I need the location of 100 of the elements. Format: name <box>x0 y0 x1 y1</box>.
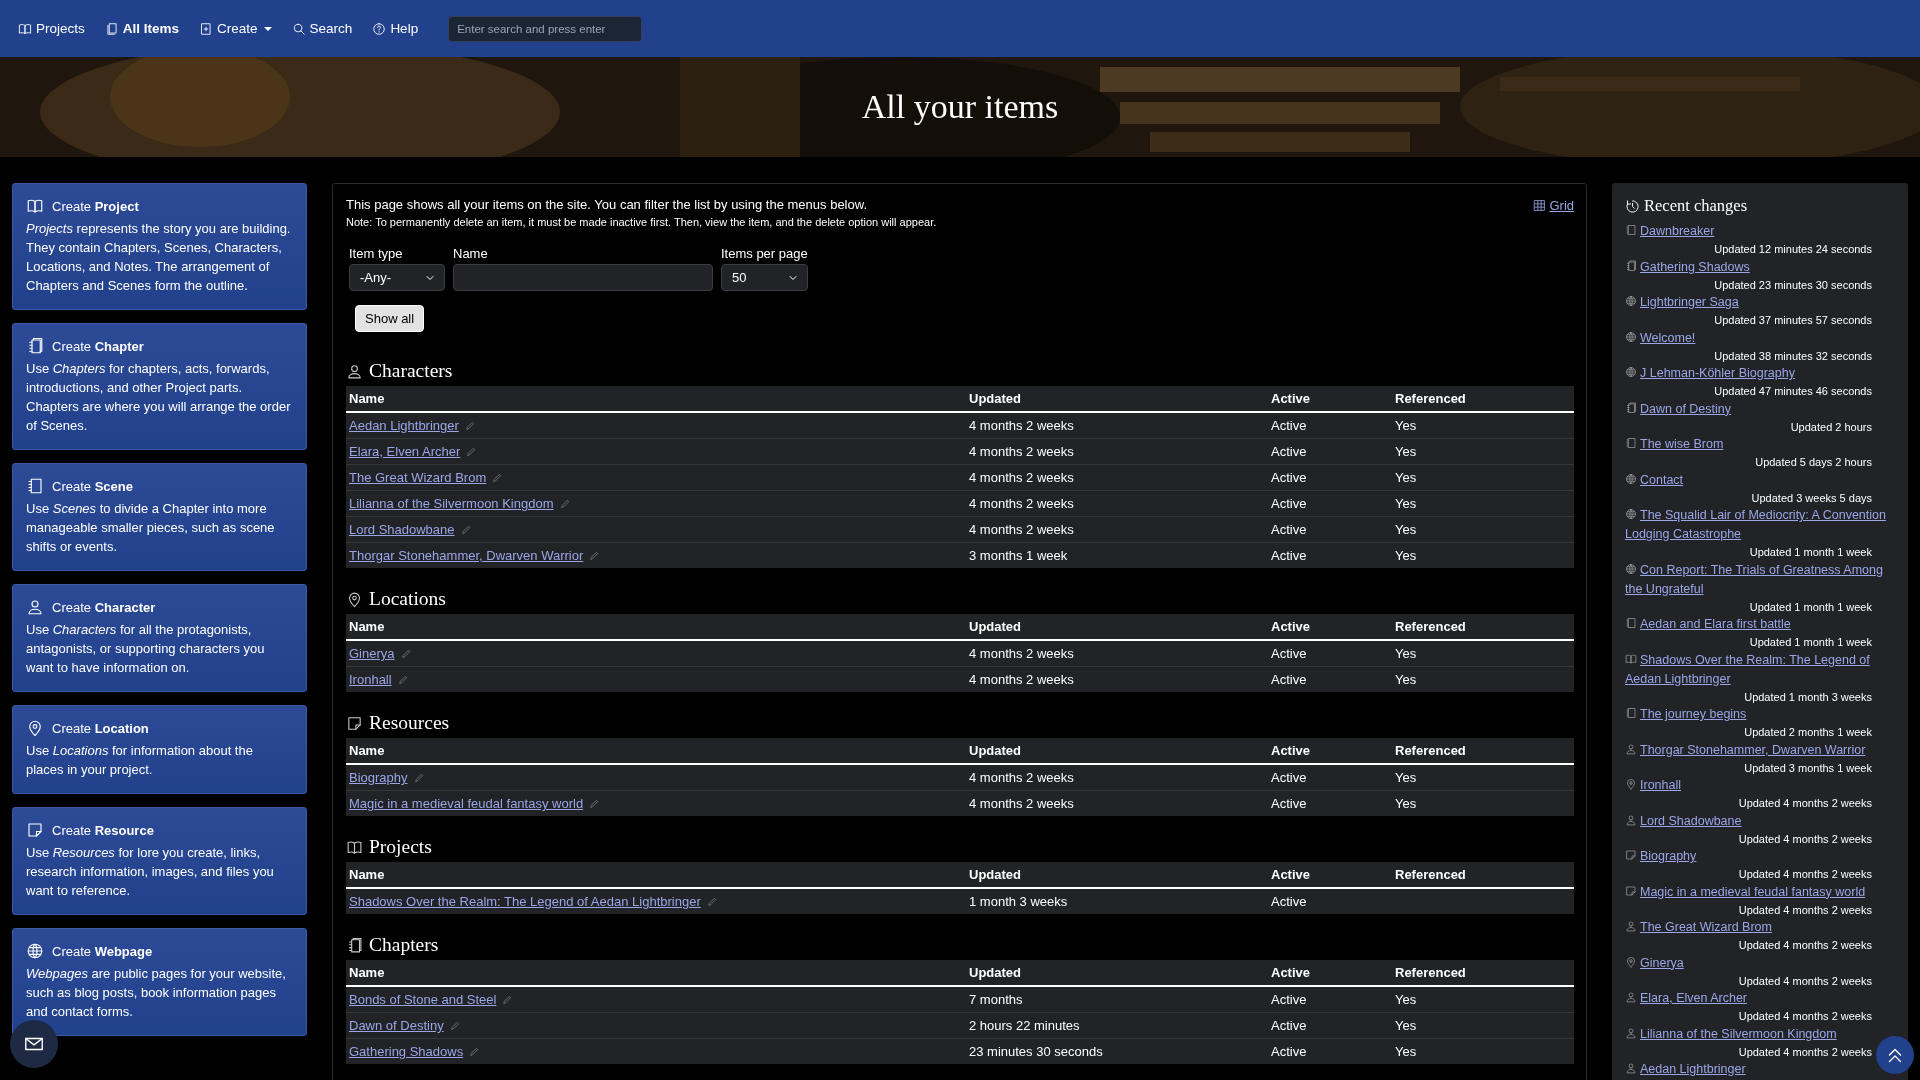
item-link[interactable]: Shadows Over the Realm: The Legend of Aedan Lightbringer <box>349 894 701 909</box>
column-header: Referenced <box>1392 960 1574 986</box>
search-field[interactable]: Enter search and press enter <box>448 15 643 42</box>
name-field[interactable] <box>453 264 713 291</box>
nav-link[interactable]: Help <box>372 21 419 36</box>
item-link[interactable]: Biography <box>1625 847 1697 866</box>
item-link[interactable]: Gathering Shadows <box>349 1044 464 1059</box>
mail-button[interactable] <box>10 1020 58 1068</box>
field-label: Item type <box>349 246 404 261</box>
table-cell: 3 months 1 week <box>966 542 1268 568</box>
items-per-page-select[interactable]: 50 <box>721 264 808 291</box>
item-link[interactable]: Ironhall <box>349 672 392 687</box>
item-link[interactable]: Shadows Over the Realm: The Legend of Aedan Lightbringer <box>1625 650 1896 689</box>
create-card[interactable]: Create Chapter Use Chapters for chapters, acts, forwards, introductions, and other Project parts. Chapters are where you will arrange the order of Scenes. <box>12 323 307 450</box>
edit-icon[interactable] <box>469 1046 481 1057</box>
item-link[interactable]: Elara, Elven Archer <box>349 444 461 459</box>
item-link[interactable]: Aedan and Elara first battle <box>1625 615 1791 634</box>
create-card[interactable]: Create Scene Use Scenes to divide a Chapter into more manageable smaller pieces, such as scene shifts or events. <box>12 463 307 571</box>
item-link[interactable]: Magic in a medieval feudal fantasy world <box>1625 882 1866 902</box>
create-card[interactable]: Create Resource Use Resources for lore you create, links, research information, images, and files you want to reference. <box>12 807 307 915</box>
table-cell: 4 months 2 weeks <box>966 438 1268 465</box>
book-icon <box>26 197 44 215</box>
item-link[interactable]: Lilianna of the Silvermoon Kingdom <box>1625 1024 1837 1044</box>
edit-icon[interactable] <box>400 648 412 659</box>
card-description: Webpages are public pages for your website, such as blog posts, book information pages and contact forms. <box>26 965 287 1021</box>
panel-title: Recent changes <box>1644 196 1748 216</box>
item-link[interactable]: Bonds of Stone and Steel <box>349 992 497 1007</box>
column-header: Referenced <box>1392 614 1574 640</box>
column-header: Updated <box>966 862 1268 888</box>
item-link[interactable]: Ginerya <box>349 646 395 661</box>
item-link[interactable]: Lilianna of the Silvermoon Kingdom <box>349 496 554 511</box>
item-link[interactable]: Welcome! <box>1625 328 1696 348</box>
item-link[interactable]: Biography <box>349 770 408 785</box>
item-link[interactable]: The journey begins <box>1625 705 1747 724</box>
edit-icon[interactable] <box>502 994 514 1005</box>
edit-icon[interactable] <box>397 674 409 685</box>
item-link[interactable]: Dawn of Destiny <box>349 1018 444 1033</box>
table-cell: Yes <box>1395 1018 1417 1033</box>
edit-icon[interactable] <box>449 1020 461 1031</box>
item-link[interactable]: The wise Brom <box>1625 435 1724 454</box>
edit-icon[interactable] <box>559 498 571 509</box>
edit-icon[interactable] <box>466 446 478 457</box>
caret-icon <box>263 26 272 31</box>
item-link[interactable]: Lightbringer Saga <box>1625 293 1739 312</box>
item-type-select[interactable]: -Any- <box>349 264 445 291</box>
table-cell: 4 months 2 weeks <box>966 412 1268 439</box>
item-link[interactable]: Magic in a medieval feudal fantasy world <box>349 796 584 811</box>
updated-time: Updated 4 months 2 weeks <box>1738 797 1872 809</box>
edit-icon[interactable] <box>589 550 601 561</box>
column-header: Updated <box>966 960 1268 986</box>
item-link[interactable]: Thorgar Stonehammer, Dwarven Warrior <box>1625 740 1866 760</box>
item-link[interactable]: Thorgar Stonehammer, Dwarven Warrior <box>349 548 584 563</box>
table-cell: Active <box>1268 464 1392 491</box>
item-link[interactable]: Ironhall <box>1625 776 1681 795</box>
column-header: Updated <box>966 614 1268 640</box>
nav-link[interactable]: Create <box>199 21 272 36</box>
table-cell: Yes <box>1395 522 1417 537</box>
create-card[interactable]: Create Character Use Characters for all the protagonists, antagonists, or supporting characters you want to have information on. <box>12 584 307 692</box>
edit-icon[interactable] <box>413 772 425 783</box>
table-cell: 4 months 2 weeks <box>966 764 1268 791</box>
item-link[interactable]: The Great Wizard Brom <box>349 470 487 485</box>
edit-icon[interactable] <box>492 472 504 483</box>
create-card[interactable]: Create Location Use Locations for information about the places in your project. <box>12 705 307 794</box>
book-icon <box>18 21 32 36</box>
pin-icon <box>346 590 363 608</box>
edit-icon[interactable] <box>464 420 476 431</box>
item-link[interactable]: Dawn of Destiny <box>1625 399 1731 419</box>
item-link[interactable]: Gathering Shadows <box>1625 257 1750 277</box>
item-link[interactable]: Aedan Lightbringer <box>1625 1060 1746 1079</box>
item-link[interactable]: Lord Shadowbane <box>349 522 455 537</box>
note-icon <box>26 821 44 839</box>
edit-icon[interactable] <box>706 896 718 907</box>
updated-time: Updated 4 months 2 weeks <box>1738 832 1872 845</box>
item-link[interactable]: The Squalid Lair of Mediocrity: A Convention Lodging Catastrophe <box>1625 506 1896 544</box>
item-link[interactable]: Lord Shadowbane <box>1625 811 1742 831</box>
updated-time: Updated 37 minutes 57 seconds <box>1714 314 1872 326</box>
card-title: Create Webpage <box>52 943 153 959</box>
column-header: Name <box>346 386 966 412</box>
updated-time: Updated 1 month 1 week <box>1749 636 1872 648</box>
create-card[interactable]: Create Project Projects represents the story you are building. They contain Chapters, Scenes, Characters, Locations, and Notes. The arrangement of Chapters and Scenes form the outline. <box>12 183 307 310</box>
item-link[interactable]: Ginerya <box>1625 953 1684 973</box>
item-link[interactable]: Dawnbreaker <box>1625 222 1715 241</box>
table-cell: Yes <box>1395 470 1417 485</box>
nav-link[interactable]: All Items <box>104 21 180 36</box>
table-cell: 2 hours 22 minutes <box>966 1012 1268 1039</box>
edit-icon[interactable] <box>589 798 601 809</box>
grid-view-link[interactable]: Grid <box>1533 197 1574 213</box>
edit-icon[interactable] <box>460 524 472 535</box>
nav-link[interactable]: Search <box>291 21 353 36</box>
nav-link[interactable]: Projects <box>18 21 85 36</box>
card-description: Use Scenes to divide a Chapter into more manageable smaller pieces, such as scene shifts or events. <box>26 500 276 556</box>
item-link[interactable]: J Lehman-Köhler Biography <box>1625 364 1795 383</box>
card-title: Create Project <box>52 198 139 214</box>
item-link[interactable]: Contact <box>1625 470 1684 490</box>
item-link[interactable]: The Great Wizard Brom <box>1625 918 1772 937</box>
show-all-button[interactable]: Show all <box>355 305 425 332</box>
item-link[interactable]: Con Report: The Trials of Greatness Among the Ungrateful <box>1625 560 1896 599</box>
item-link[interactable]: Aedan Lightbringer <box>349 418 459 433</box>
create-card[interactable]: Create Webpage Webpages are public pages for your website, such as blog posts, book information pages and contact forms. <box>12 928 307 1036</box>
item-link[interactable]: Elara, Elven Archer <box>1625 989 1747 1008</box>
